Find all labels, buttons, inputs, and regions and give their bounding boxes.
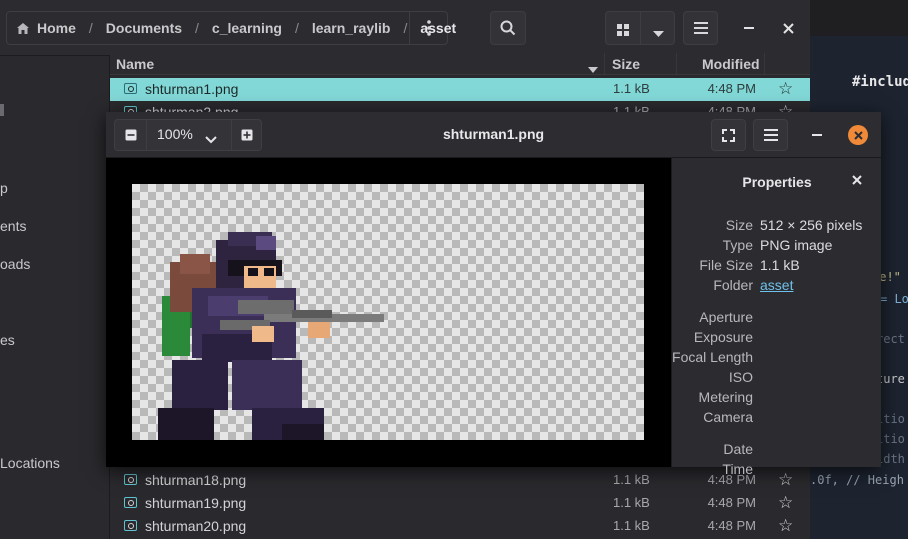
time-label: Time bbox=[722, 461, 753, 477]
file-modified: 4:48 PM bbox=[707, 81, 756, 96]
breadcrumb-learn-raylib[interactable]: learn_raylib bbox=[312, 20, 391, 36]
view-switcher[interactable] bbox=[605, 11, 675, 45]
exif-label: Camera bbox=[703, 409, 753, 425]
breadcrumb-documents[interactable]: Documents bbox=[106, 20, 182, 36]
path-menu-button[interactable] bbox=[409, 12, 448, 44]
file-name: shturman18.png bbox=[145, 472, 247, 488]
sidebar-item-documents[interactable]: ents bbox=[0, 218, 26, 234]
file-size: 1.1 kB bbox=[613, 81, 650, 96]
date-label: Date bbox=[723, 441, 753, 457]
exif-label: Aperture bbox=[699, 309, 753, 325]
exif-label: Metering bbox=[698, 389, 753, 405]
sidebar-item-pictures[interactable]: es bbox=[0, 332, 15, 348]
breadcrumb-separator: / bbox=[403, 20, 408, 36]
transparency-checkerboard bbox=[132, 184, 644, 440]
properties-panel: Properties Size 512 × 256 pixels Type PN… bbox=[671, 158, 881, 477]
image-file-icon bbox=[124, 520, 137, 531]
breadcrumb-separator: / bbox=[88, 20, 93, 36]
fullscreen-button[interactable] bbox=[711, 119, 746, 151]
file-name: shturman20.png bbox=[145, 518, 247, 534]
soldier-sprite bbox=[158, 232, 384, 440]
property-value: 512 × 256 pixels bbox=[760, 217, 863, 233]
file-row[interactable]: shturman19.png 1.1 kB 4:48 PM ☆ bbox=[110, 492, 810, 515]
image-canvas[interactable] bbox=[106, 158, 671, 467]
fullscreen-icon bbox=[722, 128, 735, 142]
sidebar-item-other-locations[interactable]: Locations bbox=[0, 455, 60, 471]
breadcrumb-separator: / bbox=[294, 20, 299, 36]
properties-close-button[interactable] bbox=[852, 172, 862, 189]
breadcrumb-c-learning[interactable]: c_learning bbox=[212, 20, 282, 36]
minimize-icon bbox=[744, 27, 754, 29]
exif-label: ISO bbox=[728, 369, 753, 385]
code-line: = Lo bbox=[880, 292, 908, 306]
folder-link[interactable]: asset bbox=[760, 277, 793, 293]
close-icon bbox=[853, 130, 863, 140]
image-file-icon bbox=[124, 83, 137, 94]
column-name[interactable]: Name bbox=[116, 56, 154, 72]
search-icon bbox=[500, 20, 516, 36]
file-row[interactable]: shturman20.png 1.1 kB 4:48 PM ☆ bbox=[110, 515, 810, 538]
minimize-button[interactable] bbox=[738, 17, 760, 39]
breadcrumb-home[interactable]: Home bbox=[37, 20, 76, 36]
property-label: Size bbox=[725, 217, 753, 233]
file-modified: 4:48 PM bbox=[707, 518, 756, 533]
file-row[interactable]: shturman1.png 1.1 kB 4:48 PM ☆ bbox=[110, 78, 810, 101]
star-icon[interactable]: ☆ bbox=[778, 493, 793, 513]
chevron-down-icon[interactable] bbox=[653, 25, 664, 43]
viewer-menu-button[interactable] bbox=[753, 119, 788, 151]
property-label: Folder bbox=[713, 277, 753, 293]
minimize-icon[interactable] bbox=[812, 134, 822, 136]
file-name: shturman1.png bbox=[145, 81, 239, 97]
column-size[interactable]: Size bbox=[612, 56, 640, 72]
kebab-menu-icon bbox=[427, 20, 431, 36]
exif-label: Exposure bbox=[693, 329, 753, 345]
close-button[interactable] bbox=[777, 17, 799, 39]
breadcrumb: Home / Documents / c_learning / learn_ra… bbox=[6, 11, 456, 45]
sidebar-item-desktop[interactable]: p bbox=[0, 180, 8, 196]
property-label: Type bbox=[722, 237, 753, 253]
viewer-close-button[interactable] bbox=[848, 125, 868, 145]
file-name: shturman19.png bbox=[145, 495, 247, 511]
file-manager-header: Home / Documents / c_learning / learn_ra… bbox=[0, 0, 810, 56]
image-file-icon bbox=[124, 474, 137, 485]
star-icon[interactable]: ☆ bbox=[778, 79, 793, 99]
file-size: 1.1 kB bbox=[613, 472, 650, 487]
grid-view-icon[interactable] bbox=[617, 23, 629, 41]
image-viewer-header: 100% shturman1.png bbox=[106, 112, 881, 158]
property-value: 1.1 kB bbox=[760, 257, 800, 273]
search-button[interactable] bbox=[490, 11, 526, 45]
sort-descending-icon[interactable] bbox=[588, 60, 598, 76]
star-icon[interactable]: ☆ bbox=[778, 516, 793, 536]
property-label: File Size bbox=[699, 257, 753, 273]
home-icon bbox=[16, 22, 30, 35]
sidebar-item-downloads[interactable]: oads bbox=[0, 256, 30, 272]
hamburger-icon bbox=[763, 129, 778, 141]
file-list-header: Name Size Modified bbox=[110, 53, 810, 75]
file-size: 1.1 kB bbox=[613, 495, 650, 510]
file-modified: 4:48 PM bbox=[707, 495, 756, 510]
properties-title: Properties bbox=[742, 174, 812, 190]
sidebar-item-partial[interactable] bbox=[0, 104, 4, 116]
file-size: 1.1 kB bbox=[613, 518, 650, 533]
code-line: .0f, // Heigh bbox=[810, 473, 904, 487]
hamburger-icon bbox=[693, 22, 708, 34]
property-value: PNG image bbox=[760, 237, 833, 253]
exif-label: Focal Length bbox=[672, 349, 753, 365]
hamburger-menu-button[interactable] bbox=[683, 11, 718, 45]
star-icon[interactable]: ☆ bbox=[778, 470, 793, 490]
column-modified[interactable]: Modified bbox=[702, 56, 760, 72]
breadcrumb-separator: / bbox=[195, 20, 199, 36]
close-icon bbox=[782, 22, 794, 34]
close-icon bbox=[852, 175, 862, 185]
code-line: #include bbox=[852, 74, 908, 90]
sidebar: p ents oads es Locations bbox=[0, 56, 110, 539]
image-viewer-window: 100% shturman1.png Properties Size 512 ×… bbox=[106, 112, 881, 477]
file-row[interactable]: shturman18.png 1.1 kB 4:48 PM ☆ bbox=[110, 469, 810, 492]
image-file-icon bbox=[124, 497, 137, 508]
